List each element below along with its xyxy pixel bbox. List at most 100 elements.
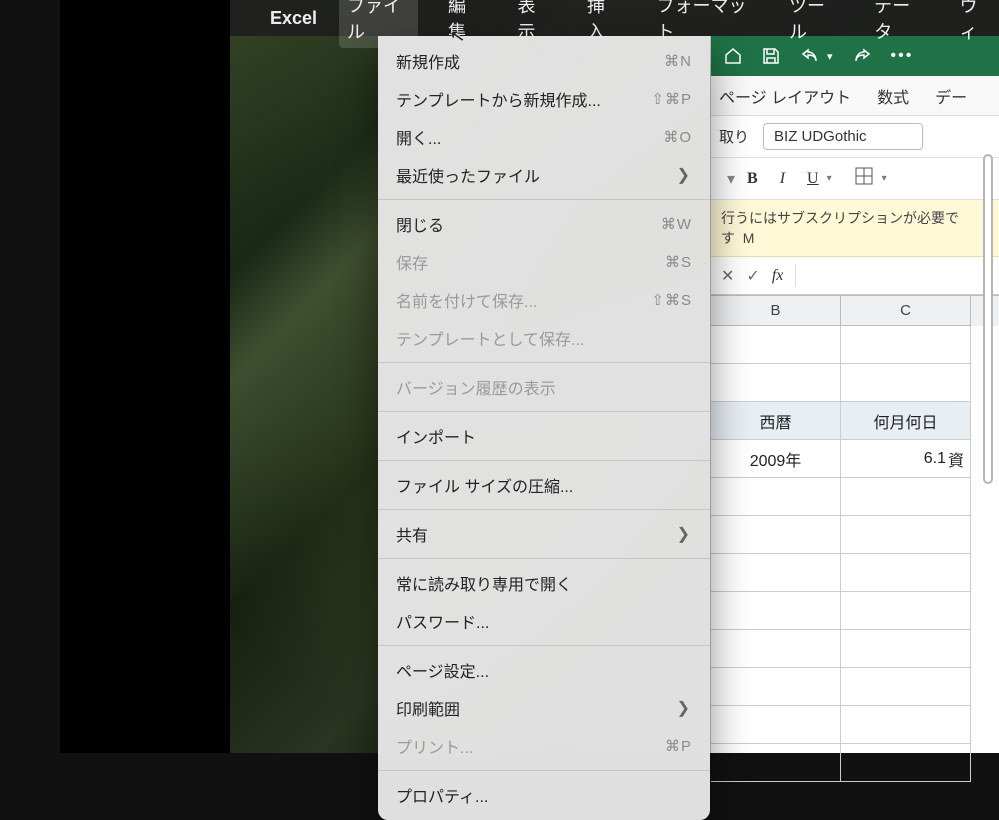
undo-dropdown-icon[interactable]: ▾ [827, 50, 833, 63]
tab-page-layout[interactable]: ページ レイアウト [719, 84, 851, 108]
menu-item[interactable]: 最近使ったファイル❯ [378, 156, 710, 194]
accept-icon[interactable]: ✓ [746, 266, 759, 286]
cell[interactable] [711, 516, 841, 554]
menu-item-label: インポート [396, 424, 476, 448]
menu-shortcut: ⌘N [664, 52, 692, 70]
menu-separator [378, 770, 710, 771]
menu-data[interactable]: データ [866, 0, 929, 48]
cell[interactable] [841, 592, 971, 630]
menu-item[interactable]: 閉じる⌘W [378, 205, 710, 243]
menu-separator [378, 509, 710, 510]
menu-separator [378, 411, 710, 412]
undo-icon[interactable] [799, 46, 821, 66]
menu-item-label: バージョン履歴の表示 [396, 375, 556, 399]
menu-item: テンプレートとして保存... [378, 319, 710, 357]
cell[interactable] [711, 554, 841, 592]
menu-item-label: パスワード... [396, 609, 489, 633]
menu-item[interactable]: 常に読み取り専用で開く [378, 564, 710, 602]
cell[interactable] [711, 364, 841, 402]
border-icon[interactable] [854, 166, 874, 191]
cell[interactable] [841, 630, 971, 668]
cancel-icon[interactable]: ✕ [721, 266, 734, 286]
save-icon[interactable] [761, 46, 781, 66]
cell[interactable] [841, 364, 971, 402]
menu-item-label: テンプレートとして保存... [396, 326, 584, 350]
bold-button[interactable]: B [747, 170, 758, 188]
italic-button[interactable]: I [780, 170, 785, 188]
border-dropdown-icon[interactable]: ▾ [882, 173, 887, 184]
macos-menubar: Excel ファイル 編集 表示 挿入 フォーマット ツール データ ウィ [230, 0, 999, 36]
cell[interactable] [711, 668, 841, 706]
col-header-b[interactable]: B [711, 296, 841, 326]
menu-shortcut: ⌘P [665, 737, 692, 755]
menu-item[interactable]: インポート [378, 417, 710, 455]
spreadsheet-grid: B C 西暦 何月何日 2009年 6.1資 [711, 295, 999, 782]
redo-icon[interactable] [851, 46, 873, 66]
menu-item: 保存⌘S [378, 243, 710, 281]
menu-item[interactable]: 新規作成⌘N [378, 42, 710, 80]
underline-dropdown-icon[interactable]: ▾ [827, 173, 832, 184]
menu-item-label: 印刷範囲 [396, 696, 460, 720]
cell[interactable] [841, 706, 971, 744]
menu-item: バージョン履歴の表示 [378, 368, 710, 406]
fx-label[interactable]: fx [772, 267, 784, 285]
more-icon[interactable]: ••• [891, 47, 914, 65]
menu-item[interactable]: ファイル サイズの圧縮... [378, 466, 710, 504]
menu-separator [378, 460, 710, 461]
menu-shortcut: ⌘S [665, 253, 692, 271]
cell[interactable] [841, 668, 971, 706]
menu-item-label: ページ設定... [396, 658, 489, 682]
subscription-banner[interactable]: 行うにはサブスクリプションが必要です M [711, 200, 999, 257]
cell[interactable] [841, 744, 971, 782]
col-header-c[interactable]: C [841, 296, 971, 326]
app-name: Excel [270, 8, 317, 29]
menu-item: 名前を付けて保存... ⇧⌘S [378, 281, 710, 319]
ribbon-tabs: ページ レイアウト 数式 デー [711, 76, 999, 116]
menu-item-label: ファイル サイズの圧縮... [396, 473, 573, 497]
menu-shortcut: ⇧⌘P [651, 90, 692, 108]
home-icon[interactable] [723, 46, 743, 66]
menu-item[interactable]: ページ設定... [378, 651, 710, 689]
tab-data-trunc[interactable]: デー [935, 84, 967, 108]
cell[interactable] [711, 706, 841, 744]
tab-formulas[interactable]: 数式 [877, 84, 909, 108]
menu-item-label: プリント... [396, 734, 473, 758]
menu-item-label: 名前を付けて保存... [396, 288, 537, 312]
cell[interactable] [841, 516, 971, 554]
menu-item[interactable]: 共有❯ [378, 515, 710, 553]
menu-shortcut: ⌘O [663, 128, 692, 146]
menu-separator [378, 362, 710, 363]
menu-item-label: 開く... [396, 125, 441, 149]
menu-item-label: 常に読み取り専用で開く [396, 571, 572, 595]
menu-item[interactable]: プロパティ... [378, 776, 710, 814]
file-menu-dropdown: 新規作成⌘Nテンプレートから新規作成...⇧⌘P 開く... ⌘O 最近使ったファイル… [378, 36, 710, 820]
font-name-selector[interactable]: BIZ UDGothic [763, 123, 923, 150]
formula-bar: ✕ ✓ fx [711, 257, 999, 295]
cell[interactable] [841, 478, 971, 516]
menu-item-label: 最近使ったファイル [396, 163, 540, 187]
menu-item[interactable]: パスワード... [378, 602, 710, 640]
cell[interactable] [711, 744, 841, 782]
cell[interactable] [711, 592, 841, 630]
header-cell-date[interactable]: 何月何日 [841, 402, 971, 440]
menu-separator [378, 199, 710, 200]
cell-date[interactable]: 6.1資 [841, 440, 971, 478]
cell[interactable] [711, 630, 841, 668]
underline-button[interactable]: U [807, 170, 819, 188]
menu-item[interactable]: テンプレートから新規作成...⇧⌘P [378, 80, 710, 118]
header-cell-seireki[interactable]: 西暦 [711, 402, 841, 440]
brush-dropdown-icon[interactable]: ▾ [727, 169, 735, 189]
menu-separator [378, 558, 710, 559]
menu-window-trunc[interactable]: ウィ [952, 0, 999, 48]
menu-item: プリント... ⌘P [378, 727, 710, 765]
cell[interactable] [711, 326, 841, 364]
menu-item[interactable]: 開く... ⌘O [378, 118, 710, 156]
menu-tools[interactable]: ツール [781, 0, 844, 48]
cell[interactable] [841, 326, 971, 364]
menu-item-label: 閉じる [396, 212, 444, 236]
cell[interactable] [841, 554, 971, 592]
cell[interactable] [711, 478, 841, 516]
menu-item[interactable]: 印刷範囲❯ [378, 689, 710, 727]
menu-shortcut: ⇧⌘S [651, 291, 692, 309]
cell-year[interactable]: 2009年 [711, 440, 841, 478]
